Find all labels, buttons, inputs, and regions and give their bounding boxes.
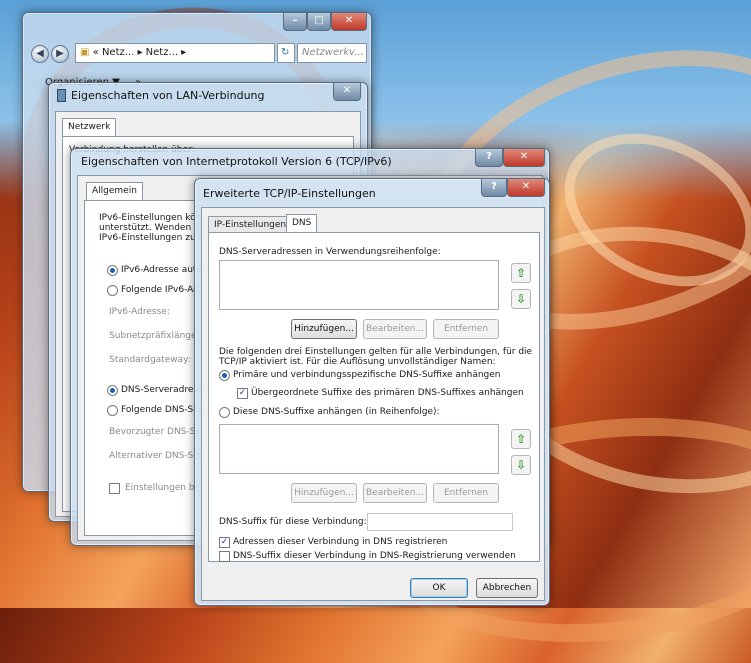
address-text: « Netz... ▸ Netz... ▸ bbox=[92, 47, 187, 58]
window-title: Eigenschaften von Internetprotokoll Vers… bbox=[81, 155, 392, 168]
window-title: Eigenschaften von LAN-Verbindung bbox=[71, 89, 265, 102]
dns-suffix-input[interactable] bbox=[367, 513, 513, 531]
use-suffix-checkbox[interactable] bbox=[219, 551, 230, 562]
radio-auto-dns-label: DNS-Serveradress bbox=[121, 385, 203, 395]
checkmark-icon: ✓ bbox=[238, 388, 247, 398]
radio-primary-suffixes[interactable] bbox=[219, 370, 230, 381]
close-icon: ✕ bbox=[519, 151, 529, 162]
move-up-button[interactable]: ⇧ bbox=[511, 429, 531, 449]
arrow-up-icon: ⇧ bbox=[515, 266, 527, 280]
cancel-button[interactable]: Abbrechen bbox=[476, 578, 538, 598]
folder-icon: ▣ bbox=[80, 47, 90, 58]
alternate-dns-label: Alternativer DNS-Ser bbox=[109, 451, 203, 461]
help-button[interactable]: ? bbox=[481, 179, 507, 197]
arrow-up-icon: ⇧ bbox=[515, 432, 527, 446]
tab-network[interactable]: Netzwerk bbox=[62, 118, 117, 137]
close-button[interactable]: ✕ bbox=[333, 83, 361, 101]
radio-auto-ipv6[interactable] bbox=[107, 265, 118, 276]
close-button[interactable]: ✕ bbox=[503, 149, 545, 167]
dns-suffix-label: DNS-Suffix für diese Verbindung: bbox=[219, 517, 367, 527]
radio-auto-dns[interactable] bbox=[107, 385, 118, 396]
ok-button[interactable]: OK bbox=[410, 578, 468, 598]
tab-dns[interactable]: DNS bbox=[286, 214, 318, 233]
refresh-icon: ↻ bbox=[281, 47, 290, 58]
dns-servers-list[interactable] bbox=[219, 260, 499, 310]
remove-dns-server-button[interactable]: Entfernen bbox=[433, 319, 499, 339]
help-button[interactable]: ? bbox=[475, 149, 503, 167]
dns-suffix-list[interactable] bbox=[219, 424, 499, 474]
search-input[interactable]: Netzwerkv... bbox=[297, 43, 367, 63]
validate-on-exit-checkbox[interactable] bbox=[109, 483, 120, 494]
info-text-line: TCP/IP aktiviert ist. Für die Auflösung … bbox=[219, 357, 496, 367]
edit-suffix-button[interactable]: Bearbeiten... bbox=[363, 483, 427, 503]
info-text-line: Die folgenden drei Einstellungen gelten … bbox=[219, 347, 533, 357]
radio-these-suffixes[interactable] bbox=[219, 407, 230, 418]
register-in-dns-label: Adressen dieser Verbindung in DNS regist… bbox=[233, 537, 448, 547]
radio-manual-dns[interactable] bbox=[107, 405, 118, 416]
register-in-dns-checkbox[interactable]: ✓ bbox=[219, 537, 230, 548]
help-icon: ? bbox=[491, 181, 497, 192]
refresh-button[interactable]: ↻ bbox=[277, 43, 295, 63]
network-adapter-icon bbox=[57, 89, 66, 102]
close-button[interactable]: ✕ bbox=[507, 179, 545, 197]
tab-dns-label: DNS bbox=[292, 218, 312, 228]
add-suffix-button[interactable]: Hinzufügen... bbox=[291, 483, 357, 503]
address-bar[interactable]: ▣ « Netz... ▸ Netz... ▸ bbox=[75, 43, 275, 63]
preferred-dns-label: Bevorzugter DNS-Se bbox=[109, 427, 201, 437]
radio-auto-ipv6-label: IPv6-Adresse auto bbox=[121, 265, 202, 275]
tab-general-label: Allgemein bbox=[92, 186, 137, 196]
minimize-button[interactable]: – bbox=[283, 13, 307, 31]
advanced-tcpip-window: Erweiterte TCP/IP-Einstellungen ? ✕ IP-E… bbox=[194, 178, 550, 606]
tab-ip-settings[interactable]: IP-Einstellungen bbox=[208, 216, 293, 233]
radio-manual-dns-label: Folgende DNS-Ser bbox=[121, 405, 203, 415]
radio-manual-ipv6-label: Folgende IPv6-Ad bbox=[121, 285, 199, 295]
move-up-button[interactable]: ⇧ bbox=[511, 263, 531, 283]
move-down-button[interactable]: ⇩ bbox=[511, 455, 531, 475]
close-button[interactable]: ✕ bbox=[331, 13, 367, 31]
intro-text-line: unterstützt. Wenden Si bbox=[99, 223, 203, 233]
edit-dns-server-button[interactable]: Bearbeiten... bbox=[363, 319, 427, 339]
parent-suffixes-label: Übergeordnete Suffixe des primären DNS-S… bbox=[251, 388, 524, 398]
parent-suffixes-checkbox[interactable]: ✓ bbox=[237, 388, 248, 399]
ipv6-address-label: IPv6-Adresse: bbox=[109, 307, 170, 317]
add-dns-server-button[interactable]: Hinzufügen... bbox=[291, 319, 357, 339]
use-suffix-label: DNS-Suffix dieser Verbindung in DNS-Regi… bbox=[233, 551, 516, 561]
back-button[interactable]: ◀ bbox=[31, 45, 49, 63]
tab-network-label: Netzwerk bbox=[68, 122, 111, 132]
radio-manual-ipv6[interactable] bbox=[107, 285, 118, 296]
default-gateway-label: Standardgateway: bbox=[109, 355, 191, 365]
remove-suffix-button[interactable]: Entfernen bbox=[433, 483, 499, 503]
dns-servers-label: DNS-Serveradressen in Verwendungsreihenf… bbox=[219, 247, 441, 257]
maximize-button[interactable]: □ bbox=[307, 13, 331, 31]
tab-ip-settings-label: IP-Einstellungen bbox=[214, 220, 287, 230]
help-icon: ? bbox=[486, 151, 492, 162]
arrow-down-icon: ⇩ bbox=[515, 292, 527, 306]
subnet-prefix-label: Subnetzpräfixlänge: bbox=[109, 331, 200, 341]
search-placeholder: Netzwerkv... bbox=[302, 47, 364, 58]
radio-these-suffixes-label: Diese DNS-Suffixe anhängen (in Reihenfol… bbox=[233, 407, 440, 417]
validate-on-exit-label: Einstellungen bei bbox=[125, 483, 203, 493]
intro-text-line: IPv6-Einstellungen zu b bbox=[99, 233, 205, 243]
advanced-client-area: IP-Einstellungen DNS DNS-Serveradressen … bbox=[201, 207, 545, 601]
checkmark-icon: ✓ bbox=[220, 537, 229, 547]
forward-button[interactable]: ▶ bbox=[51, 45, 69, 63]
move-down-button[interactable]: ⇩ bbox=[511, 289, 531, 309]
intro-text-line: IPv6-Einstellungen könn bbox=[99, 213, 208, 223]
window-title: Erweiterte TCP/IP-Einstellungen bbox=[203, 187, 376, 200]
arrow-down-icon: ⇩ bbox=[515, 458, 527, 472]
dns-panel: DNS-Serveradressen in Verwendungsreihenf… bbox=[208, 232, 540, 562]
radio-primary-suffixes-label: Primäre und verbindungsspezifische DNS-S… bbox=[233, 370, 501, 380]
close-icon: ✕ bbox=[521, 181, 531, 192]
tab-general[interactable]: Allgemein bbox=[86, 182, 143, 201]
